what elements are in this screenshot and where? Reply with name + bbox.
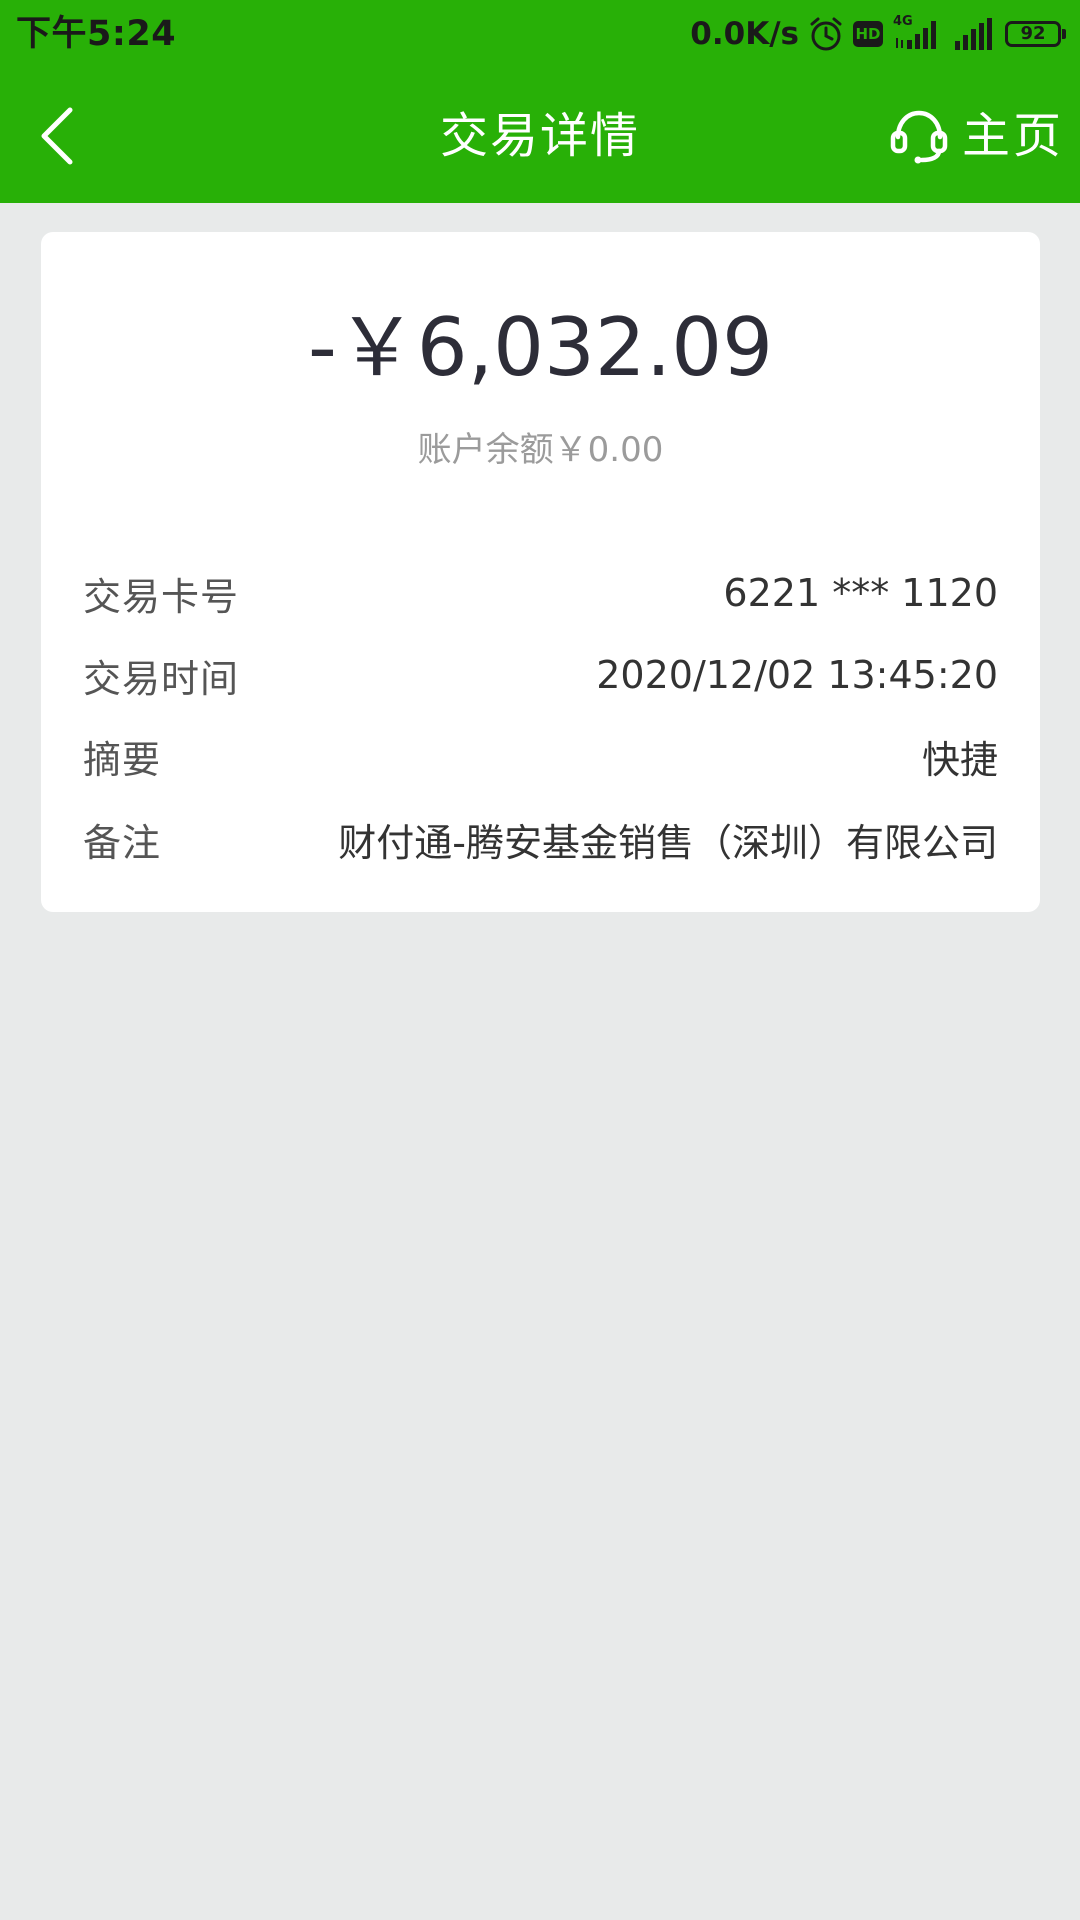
home-label: 主页	[961, 108, 1064, 164]
detail-row-card-number: 交易卡号 6221 *** 1120	[83, 563, 998, 623]
headset-icon	[890, 110, 948, 164]
status-time: 下午5:24	[16, 14, 177, 54]
detail-label: 交易卡号	[83, 574, 240, 619]
transaction-amount: -￥6,032.09	[307, 301, 774, 394]
hd-icon: HD	[853, 21, 883, 47]
detail-value: 快捷	[921, 737, 998, 782]
app-header: 下午5:24 0.0K/s HD 4G 92 交易详情 主页	[0, 0, 1080, 203]
battery-level: 92	[1020, 23, 1046, 44]
alarm-icon	[810, 17, 842, 51]
network-speed: 0.0K/s	[690, 16, 799, 52]
account-balance: 账户余额￥0.00	[417, 430, 664, 470]
signal-4g-icon: 4G	[893, 14, 943, 52]
hd-label: HD	[855, 25, 881, 43]
detail-value: 财付通-腾安基金销售（深圳）有限公司	[338, 820, 998, 865]
battery-icon: 92	[1005, 21, 1066, 47]
navigation-bar: 交易详情 主页	[0, 68, 1080, 203]
detail-row-time: 交易时间 2020/12/02 13:45:20	[83, 645, 998, 705]
status-icons: 0.0K/s HD 4G 92	[690, 12, 1066, 56]
detail-label: 摘要	[83, 737, 162, 782]
detail-row-summary: 摘要 快捷	[83, 726, 998, 786]
detail-value: 2020/12/02 13:45:20	[596, 653, 998, 697]
transaction-card: -￥6,032.09 账户余额￥0.00 交易卡号 6221 *** 1120 …	[41, 232, 1040, 912]
signal-icon	[955, 18, 992, 50]
detail-value: 6221 *** 1120	[723, 571, 998, 615]
detail-row-remark: 备注 财付通-腾安基金销售（深圳）有限公司	[83, 809, 998, 869]
detail-label: 备注	[83, 820, 162, 865]
status-bar: 下午5:24 0.0K/s HD 4G 92	[0, 0, 1080, 68]
detail-label: 交易时间	[83, 656, 240, 701]
home-button[interactable]: 主页	[890, 98, 1064, 174]
